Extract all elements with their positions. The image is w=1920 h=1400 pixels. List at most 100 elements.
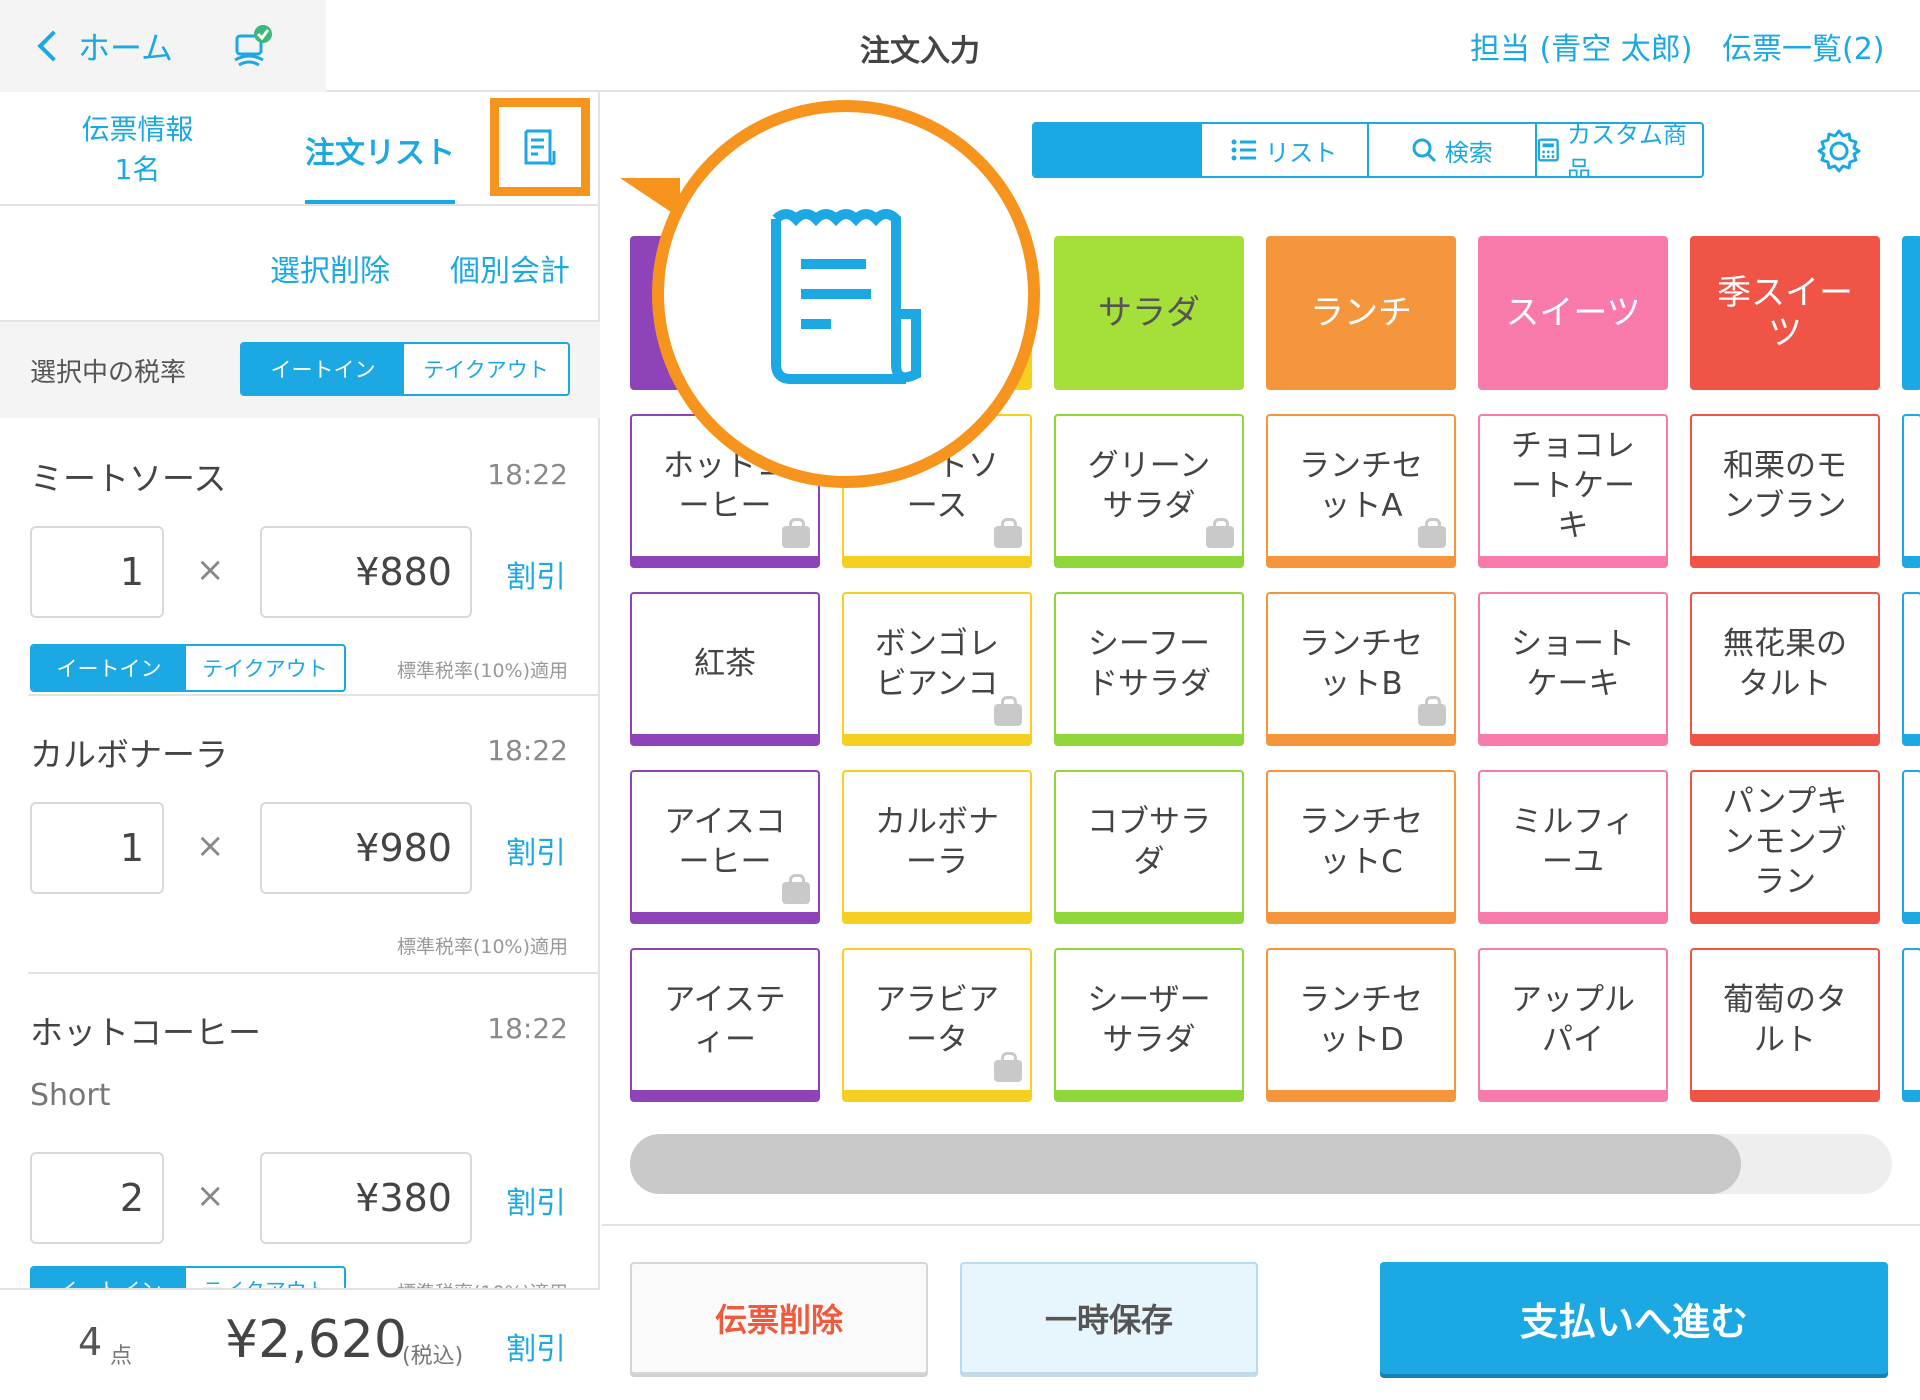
times-symbol: × (196, 1176, 225, 1216)
times-symbol: × (196, 550, 225, 590)
quantity-field[interactable]: 1 (30, 526, 164, 618)
discount-button[interactable]: 割引 (506, 1178, 566, 1222)
product-tile[interactable]: ショートケーキ (1478, 592, 1668, 746)
item-takeout-option[interactable]: テイクアウト (186, 1268, 344, 1288)
category-sweets[interactable]: スイーツ (1478, 236, 1668, 390)
item-takeout-option[interactable]: テイクアウト (186, 646, 344, 690)
takeout-bag-icon (1418, 696, 1446, 726)
item-count-unit: 点 (110, 1344, 133, 1369)
product-tile[interactable]: パンプキンモンブラン (1690, 770, 1880, 924)
item-eatin-option[interactable]: イートイン (32, 1268, 186, 1288)
tab-list[interactable]: リスト (1199, 124, 1368, 176)
order-item-time: 18:22 (487, 458, 568, 491)
product-tile[interactable]: アラビアータ (842, 948, 1032, 1102)
tab-list-label: リスト (1265, 138, 1338, 167)
search-icon (1412, 138, 1436, 163)
product-tile[interactable]: カルボナーラ (842, 770, 1032, 924)
product-tile-partial[interactable] (1902, 414, 1920, 568)
price-field[interactable]: ¥980 (260, 802, 472, 894)
product-tile-partial[interactable] (1902, 770, 1920, 924)
tax-eatin-option[interactable]: イートイン (242, 344, 404, 394)
tax-rate-label: 選択中の税率 (30, 358, 187, 388)
tab-slip-info[interactable]: 伝票情報 1名 (50, 110, 225, 190)
quantity-field[interactable]: 2 (30, 1152, 164, 1244)
category-tile-partial[interactable] (1902, 236, 1920, 390)
takeout-bag-icon (782, 874, 810, 904)
order-item[interactable]: ミートソース 18:22 1 × ¥880 割引 イートイン テイクアウト 標準… (0, 418, 600, 696)
product-tile[interactable]: シーザーサラダ (1054, 948, 1244, 1102)
order-tools: 選択削除 個別会計 (0, 206, 600, 322)
product-tile-partial[interactable] (1902, 948, 1920, 1102)
product-tile[interactable]: ランチセットD (1266, 948, 1456, 1102)
proceed-payment-button[interactable]: 支払いへ進む (1380, 1262, 1888, 1374)
product-tile[interactable]: 和栗のモンブラン (1690, 414, 1880, 568)
page-title: 注文入力 (860, 34, 980, 69)
product-label: ランチセットD (1299, 982, 1423, 1058)
staff-button[interactable]: 担当 (青空 太郎) (1470, 24, 1692, 68)
horizontal-scrollbar[interactable] (630, 1134, 1892, 1194)
receipt-button[interactable] (490, 98, 590, 196)
product-label: グリーンサラダ (1087, 448, 1211, 524)
gear-icon[interactable] (1814, 126, 1864, 176)
slip-list-button[interactable]: 伝票一覧(2) (1722, 24, 1885, 68)
item-tax-toggle: イートイン テイクアウト (30, 644, 346, 692)
item-eatin-option[interactable]: イートイン (32, 646, 186, 690)
product-label: ミルフィーユ (1511, 804, 1635, 880)
product-tile[interactable]: コブサラダ (1054, 770, 1244, 924)
tab-order-list[interactable]: 注文リスト (305, 128, 455, 172)
product-label: 紅茶 (694, 646, 756, 682)
receipt-icon-enlarged (771, 209, 921, 384)
product-tile[interactable]: 無花果のタルト (1690, 592, 1880, 746)
product-tile[interactable]: アイスコーヒー (630, 770, 820, 924)
product-label: 無花果のタルト (1723, 626, 1847, 702)
product-tile[interactable]: ランチセットA (1266, 414, 1456, 568)
product-tile[interactable]: シーフードサラダ (1054, 592, 1244, 746)
select-delete-button[interactable]: 選択削除 (270, 246, 390, 290)
category-salad[interactable]: サラダ (1054, 236, 1244, 390)
tab-custom-product[interactable]: カスタム商品 (1534, 124, 1703, 176)
tab-search[interactable]: 検索 (1367, 124, 1535, 176)
takeout-bag-icon (782, 518, 810, 548)
tab-grid[interactable] (1034, 124, 1200, 176)
product-tile[interactable]: ボンゴレビアンコ (842, 592, 1032, 746)
product-tile[interactable]: アイスティー (630, 948, 820, 1102)
home-button[interactable]: ホーム (0, 0, 180, 92)
product-tile[interactable]: チョコレートケーキ (1478, 414, 1668, 568)
product-label: アップルパイ (1511, 982, 1635, 1058)
magnifier-callout (652, 100, 1040, 488)
product-tile[interactable]: 葡萄のタルト (1690, 948, 1880, 1102)
discount-button[interactable]: 割引 (506, 828, 566, 872)
product-tile[interactable]: ランチセットC (1266, 770, 1456, 924)
price-field[interactable]: ¥880 (260, 526, 472, 618)
order-item[interactable]: ホットコーヒー 18:22 Short 2 × ¥380 割引 イートイン テイ… (0, 974, 600, 1288)
product-tile[interactable]: 紅茶 (630, 592, 820, 746)
product-label: ボンゴレビアンコ (875, 626, 999, 702)
product-label: パンプキンモンブラン (1722, 784, 1848, 900)
scrollbar-thumb[interactable] (630, 1134, 1741, 1194)
individual-checkout-button[interactable]: 個別会計 (450, 246, 570, 290)
order-item[interactable]: カルボナーラ 18:22 1 × ¥980 割引 標準税率(10%)適用 (0, 696, 600, 974)
delete-slip-button[interactable]: 伝票削除 (630, 1262, 928, 1374)
quantity-field[interactable]: 1 (30, 802, 164, 894)
category-lunch[interactable]: ランチ (1266, 236, 1456, 390)
product-tile[interactable]: アップルパイ (1478, 948, 1668, 1102)
total-discount-button[interactable]: 割引 (506, 1324, 566, 1368)
sync-status-icon[interactable] (180, 0, 326, 92)
product-label: アラビアータ (875, 982, 999, 1058)
tax-takeout-option[interactable]: テイクアウト (404, 344, 568, 394)
tax-note: 標準税率(10%)適用 (396, 660, 568, 682)
order-summary: 4 点 ¥2,620 (税込) 割引 (0, 1288, 600, 1400)
tax-note: 標準税率(10%)適用 (397, 1278, 568, 1288)
chevron-left-icon (37, 30, 69, 62)
order-item-time: 18:22 (487, 734, 568, 767)
price-field[interactable]: ¥380 (260, 1152, 472, 1244)
hold-button[interactable]: 一時保存 (960, 1262, 1258, 1374)
category-seasonal-sweets[interactable]: 季スイーツ (1690, 236, 1880, 390)
product-tile[interactable]: ランチセットB (1266, 592, 1456, 746)
product-tile[interactable]: ミルフィーユ (1478, 770, 1668, 924)
product-tile-partial[interactable] (1902, 592, 1920, 746)
product-tile[interactable]: グリーンサラダ (1054, 414, 1244, 568)
discount-button[interactable]: 割引 (506, 552, 566, 596)
product-label: ランチセットA (1299, 448, 1423, 524)
order-list: ミートソース 18:22 1 × ¥880 割引 イートイン テイクアウト 標準… (0, 418, 600, 1288)
